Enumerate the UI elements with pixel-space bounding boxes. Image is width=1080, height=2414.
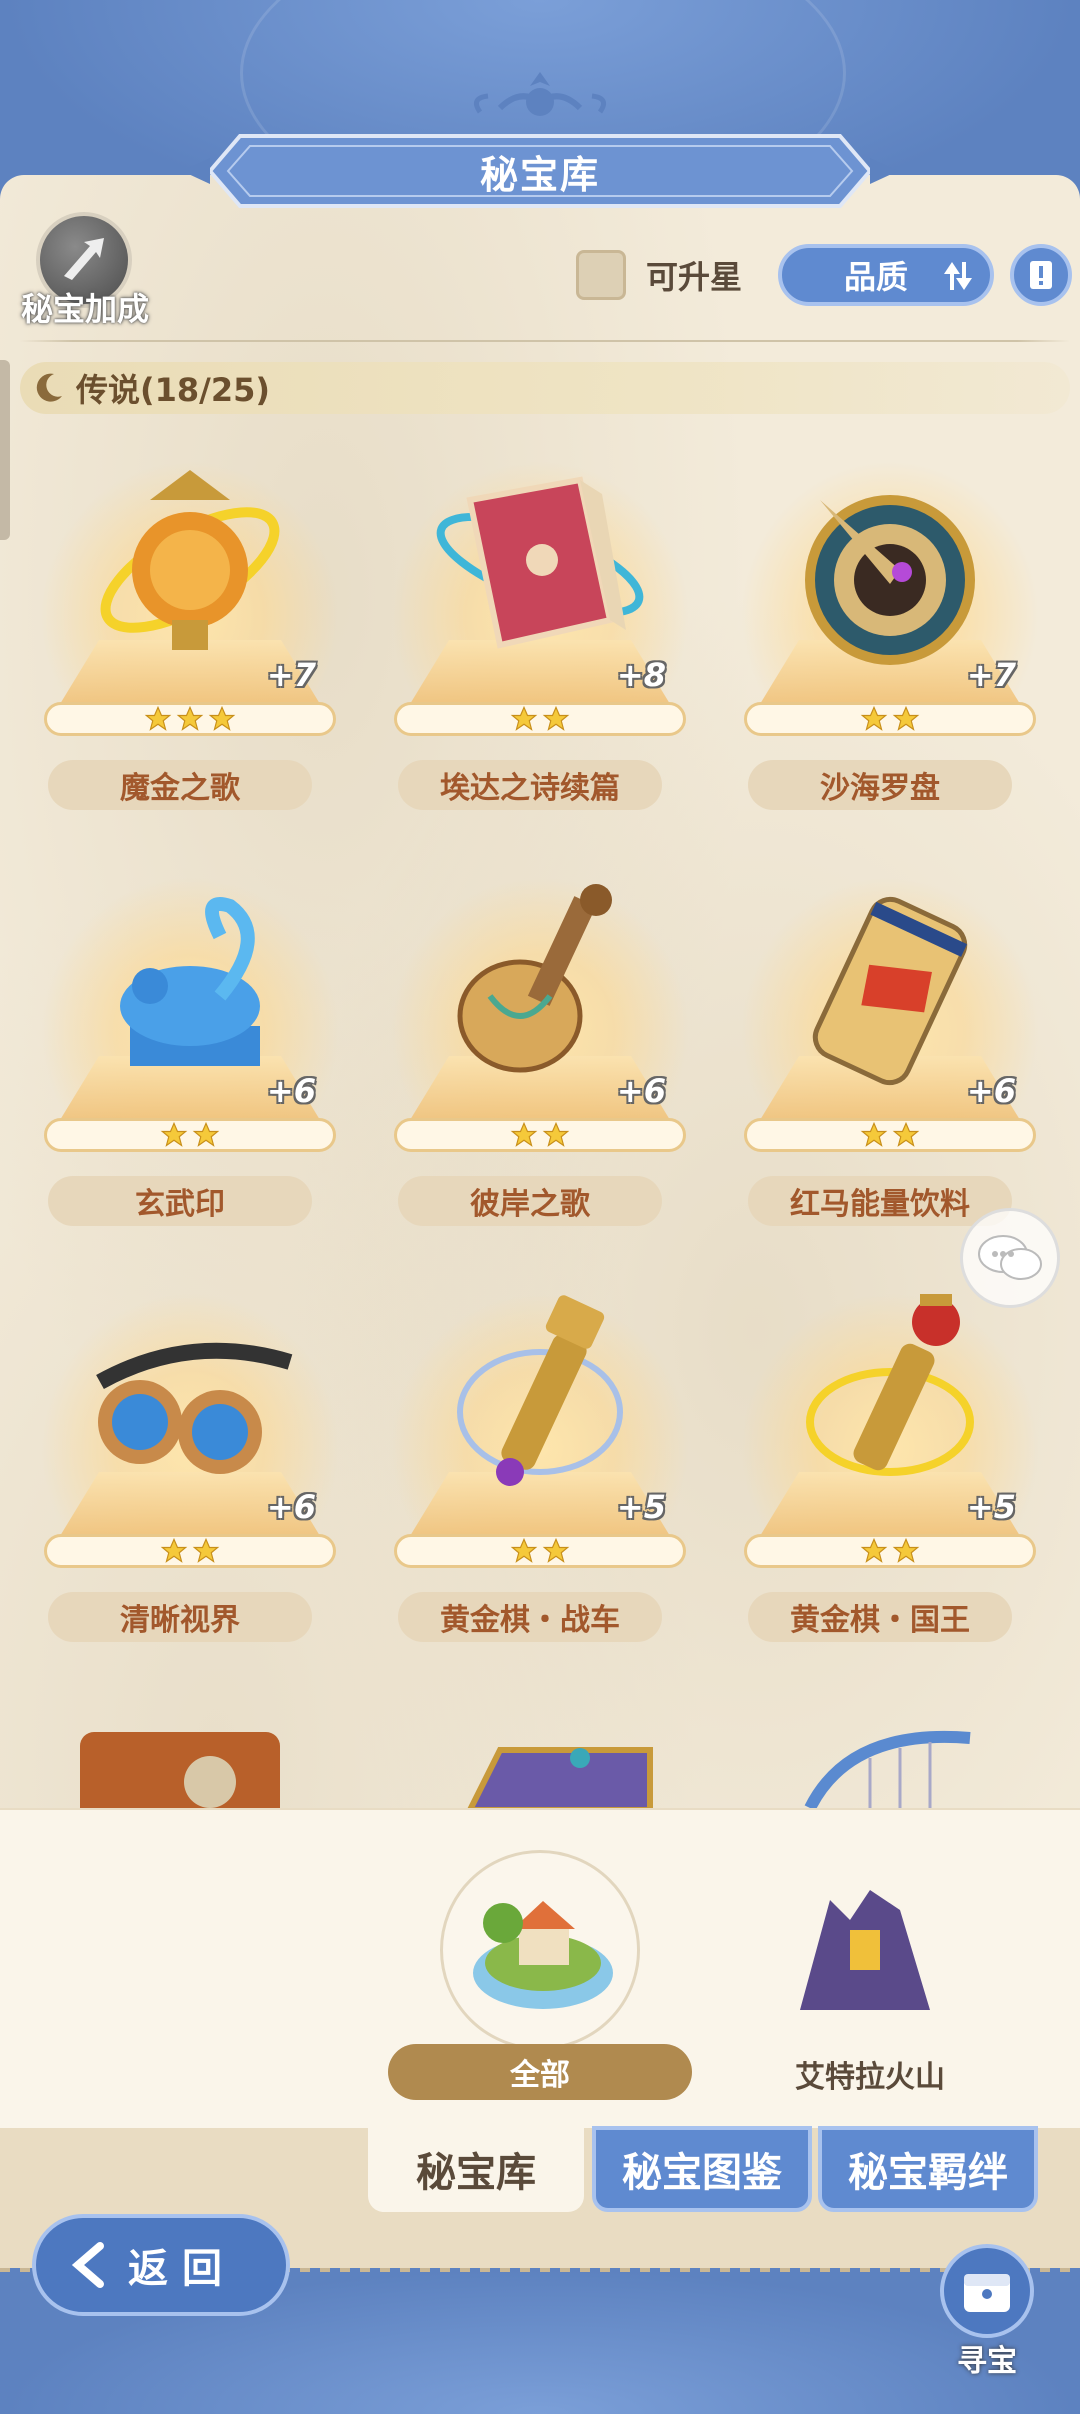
chess-king-icon — [806, 1294, 974, 1476]
relic-name: 彼岸之歌 — [398, 1176, 662, 1226]
relic-card[interactable]: +6 彼岸之歌 — [390, 856, 690, 1226]
tortoise-seal-icon — [120, 897, 260, 1066]
relic-name: 魔金之歌 — [48, 760, 312, 810]
star-plate — [744, 1534, 1036, 1568]
region-all-button[interactable] — [440, 1850, 640, 2050]
relic-card[interactable]: +8 埃达之诗续篇 — [390, 440, 690, 810]
star-icon — [542, 705, 570, 731]
enhance-level: +6 — [966, 1072, 1016, 1110]
relic-grid: +7 魔金之歌 +8 埃达之诗续篇 +7 沙海罗盘 +6 玄武印 +6 彼岸之歌… — [0, 0, 1080, 1810]
star-icon — [542, 1537, 570, 1563]
back-label: 返回 — [128, 2246, 236, 2292]
star-icon — [160, 1537, 188, 1563]
star-icon — [192, 1537, 220, 1563]
star-icon — [192, 1121, 220, 1147]
back-arrow-icon — [71, 2242, 104, 2288]
partial-relic-frame-icon — [466, 1747, 653, 1810]
relic-name: 埃达之诗续篇 — [398, 760, 662, 810]
enhance-level: +7 — [966, 656, 1016, 694]
star-icon — [860, 1537, 888, 1563]
star-icon — [860, 1121, 888, 1147]
region-volcano-label[interactable]: 艾特拉火山 — [760, 2052, 980, 2096]
star-plate — [394, 702, 686, 736]
star-plate — [44, 1118, 336, 1152]
goggles-icon — [96, 1342, 293, 1474]
star-icon — [144, 705, 172, 731]
region-all-label[interactable]: 全部 — [388, 2044, 692, 2100]
compass-icon — [805, 495, 975, 665]
star-plate — [744, 702, 1036, 736]
star-plate — [44, 1534, 336, 1568]
tab-treasure-vault[interactable]: 秘宝库 — [368, 2126, 584, 2212]
enhance-level: +8 — [616, 656, 666, 694]
enhance-level: +6 — [266, 1072, 316, 1110]
relic-card[interactable]: +7 魔金之歌 — [40, 440, 340, 810]
relic-card[interactable]: +5 黄金棋・战车 — [390, 1272, 690, 1642]
partial-relic-harp-icon — [804, 1730, 971, 1808]
star-icon — [892, 1121, 920, 1147]
enhance-level: +6 — [616, 1072, 666, 1110]
star-icon — [176, 705, 204, 731]
star-icon — [208, 705, 236, 731]
treasure-label: 寻宝 — [957, 2344, 1017, 2379]
star-icon — [892, 1537, 920, 1563]
chat-button[interactable] — [960, 1208, 1060, 1308]
enhance-level: +7 — [266, 656, 316, 694]
enhance-level: +6 — [266, 1488, 316, 1526]
star-plate — [44, 702, 336, 736]
relic-name: 红马能量饮料 — [748, 1176, 1012, 1226]
relic-card[interactable]: +5 黄金棋・国王 — [740, 1272, 1040, 1642]
treasure-chest-icon — [940, 2244, 1034, 2338]
relic-card[interactable]: +6 玄武印 — [40, 856, 340, 1226]
enhance-level: +5 — [616, 1488, 666, 1526]
treasure-hunt-button[interactable]: 寻宝 — [932, 2244, 1042, 2384]
star-icon — [510, 1537, 538, 1563]
back-button[interactable]: 返回 — [32, 2214, 290, 2316]
star-icon — [892, 705, 920, 731]
star-icon — [542, 1121, 570, 1147]
golden-orb-relic-icon — [100, 470, 280, 650]
tab-treasure-bonds[interactable]: 秘宝羁绊 — [818, 2126, 1038, 2212]
relic-name: 黄金棋・战车 — [398, 1592, 662, 1642]
relic-name: 玄武印 — [48, 1176, 312, 1226]
energy-drink-can-icon — [812, 896, 968, 1086]
red-book-icon — [436, 476, 644, 649]
relic-name: 清晰视界 — [48, 1592, 312, 1642]
star-plate — [394, 1118, 686, 1152]
relic-card[interactable]: +7 沙海罗盘 — [740, 440, 1040, 810]
relic-name: 黄金棋・国王 — [748, 1592, 1012, 1642]
tab-treasure-codex[interactable]: 秘宝图鉴 — [592, 2126, 812, 2212]
chess-rook-icon — [457, 1295, 623, 1486]
relic-card[interactable]: +6 红马能量饮料 — [740, 856, 1040, 1226]
star-icon — [510, 1121, 538, 1147]
chat-bubble-icon — [978, 1235, 1042, 1280]
relic-name: 沙海罗盘 — [748, 760, 1012, 810]
star-icon — [160, 1121, 188, 1147]
star-plate — [394, 1534, 686, 1568]
enhance-level: +5 — [966, 1488, 1016, 1526]
volcano-region-icon[interactable] — [790, 1870, 940, 2020]
lute-icon — [457, 884, 612, 1073]
star-icon — [510, 705, 538, 731]
star-plate — [744, 1118, 1036, 1152]
star-icon — [860, 705, 888, 731]
region-selector: 全部 艾特拉火山 — [0, 1808, 1080, 2128]
partial-relic-suitcase-icon — [80, 1732, 280, 1810]
relic-card[interactable]: +6 清晰视界 — [40, 1272, 340, 1642]
island-house-icon — [473, 1901, 613, 2009]
